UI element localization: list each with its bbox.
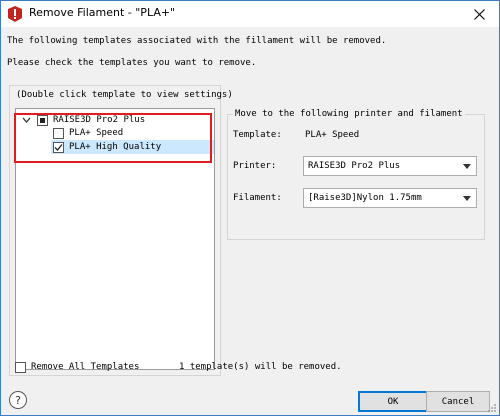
info-message: The following templates associated with … (7, 36, 387, 46)
instruction-message: Please check the templates you want to r… (7, 58, 257, 68)
template-value: PLA+ Speed (305, 130, 360, 140)
close-button[interactable] (467, 4, 491, 24)
window-title: Remove Filament - "PLA+" (29, 6, 176, 19)
remove-all-checkbox[interactable] (15, 362, 26, 373)
dropdown-arrow-icon (463, 164, 471, 169)
filament-select-value: [Raise3D]Nylon 1.75mm (308, 193, 422, 203)
move-group-title: Move to the following printer and filame… (233, 109, 465, 119)
printer-select-value: RAISE3D Pro2 Plus (308, 161, 401, 171)
filament-label: Filament: (233, 193, 282, 203)
resize-grip-icon[interactable] (487, 403, 497, 413)
dialog-window: Remove Filament - "PLA+" The following t… (0, 0, 500, 416)
remove-all-label[interactable]: Remove All Templates (31, 362, 139, 372)
printer-label: Printer: (233, 161, 277, 171)
dialog-body: The following templates associated with … (1, 27, 499, 415)
app-icon (8, 6, 22, 22)
help-icon[interactable]: ? (9, 391, 27, 409)
printer-select[interactable]: RAISE3D Pro2 Plus (303, 156, 477, 176)
cancel-button[interactable]: Cancel (426, 391, 490, 412)
template-label: Template: (233, 130, 282, 140)
template-hint: (Double click template to view settings) (16, 90, 233, 100)
dropdown-arrow-icon (463, 196, 471, 201)
title-bar[interactable]: Remove Filament - "PLA+" (1, 1, 499, 27)
ok-button[interactable]: OK (358, 391, 428, 412)
close-icon (473, 8, 485, 20)
filament-select[interactable]: [Raise3D]Nylon 1.75mm (303, 188, 477, 208)
annotation-highlight-box (14, 113, 212, 163)
removal-status: 1 template(s) will be removed. (179, 362, 342, 372)
